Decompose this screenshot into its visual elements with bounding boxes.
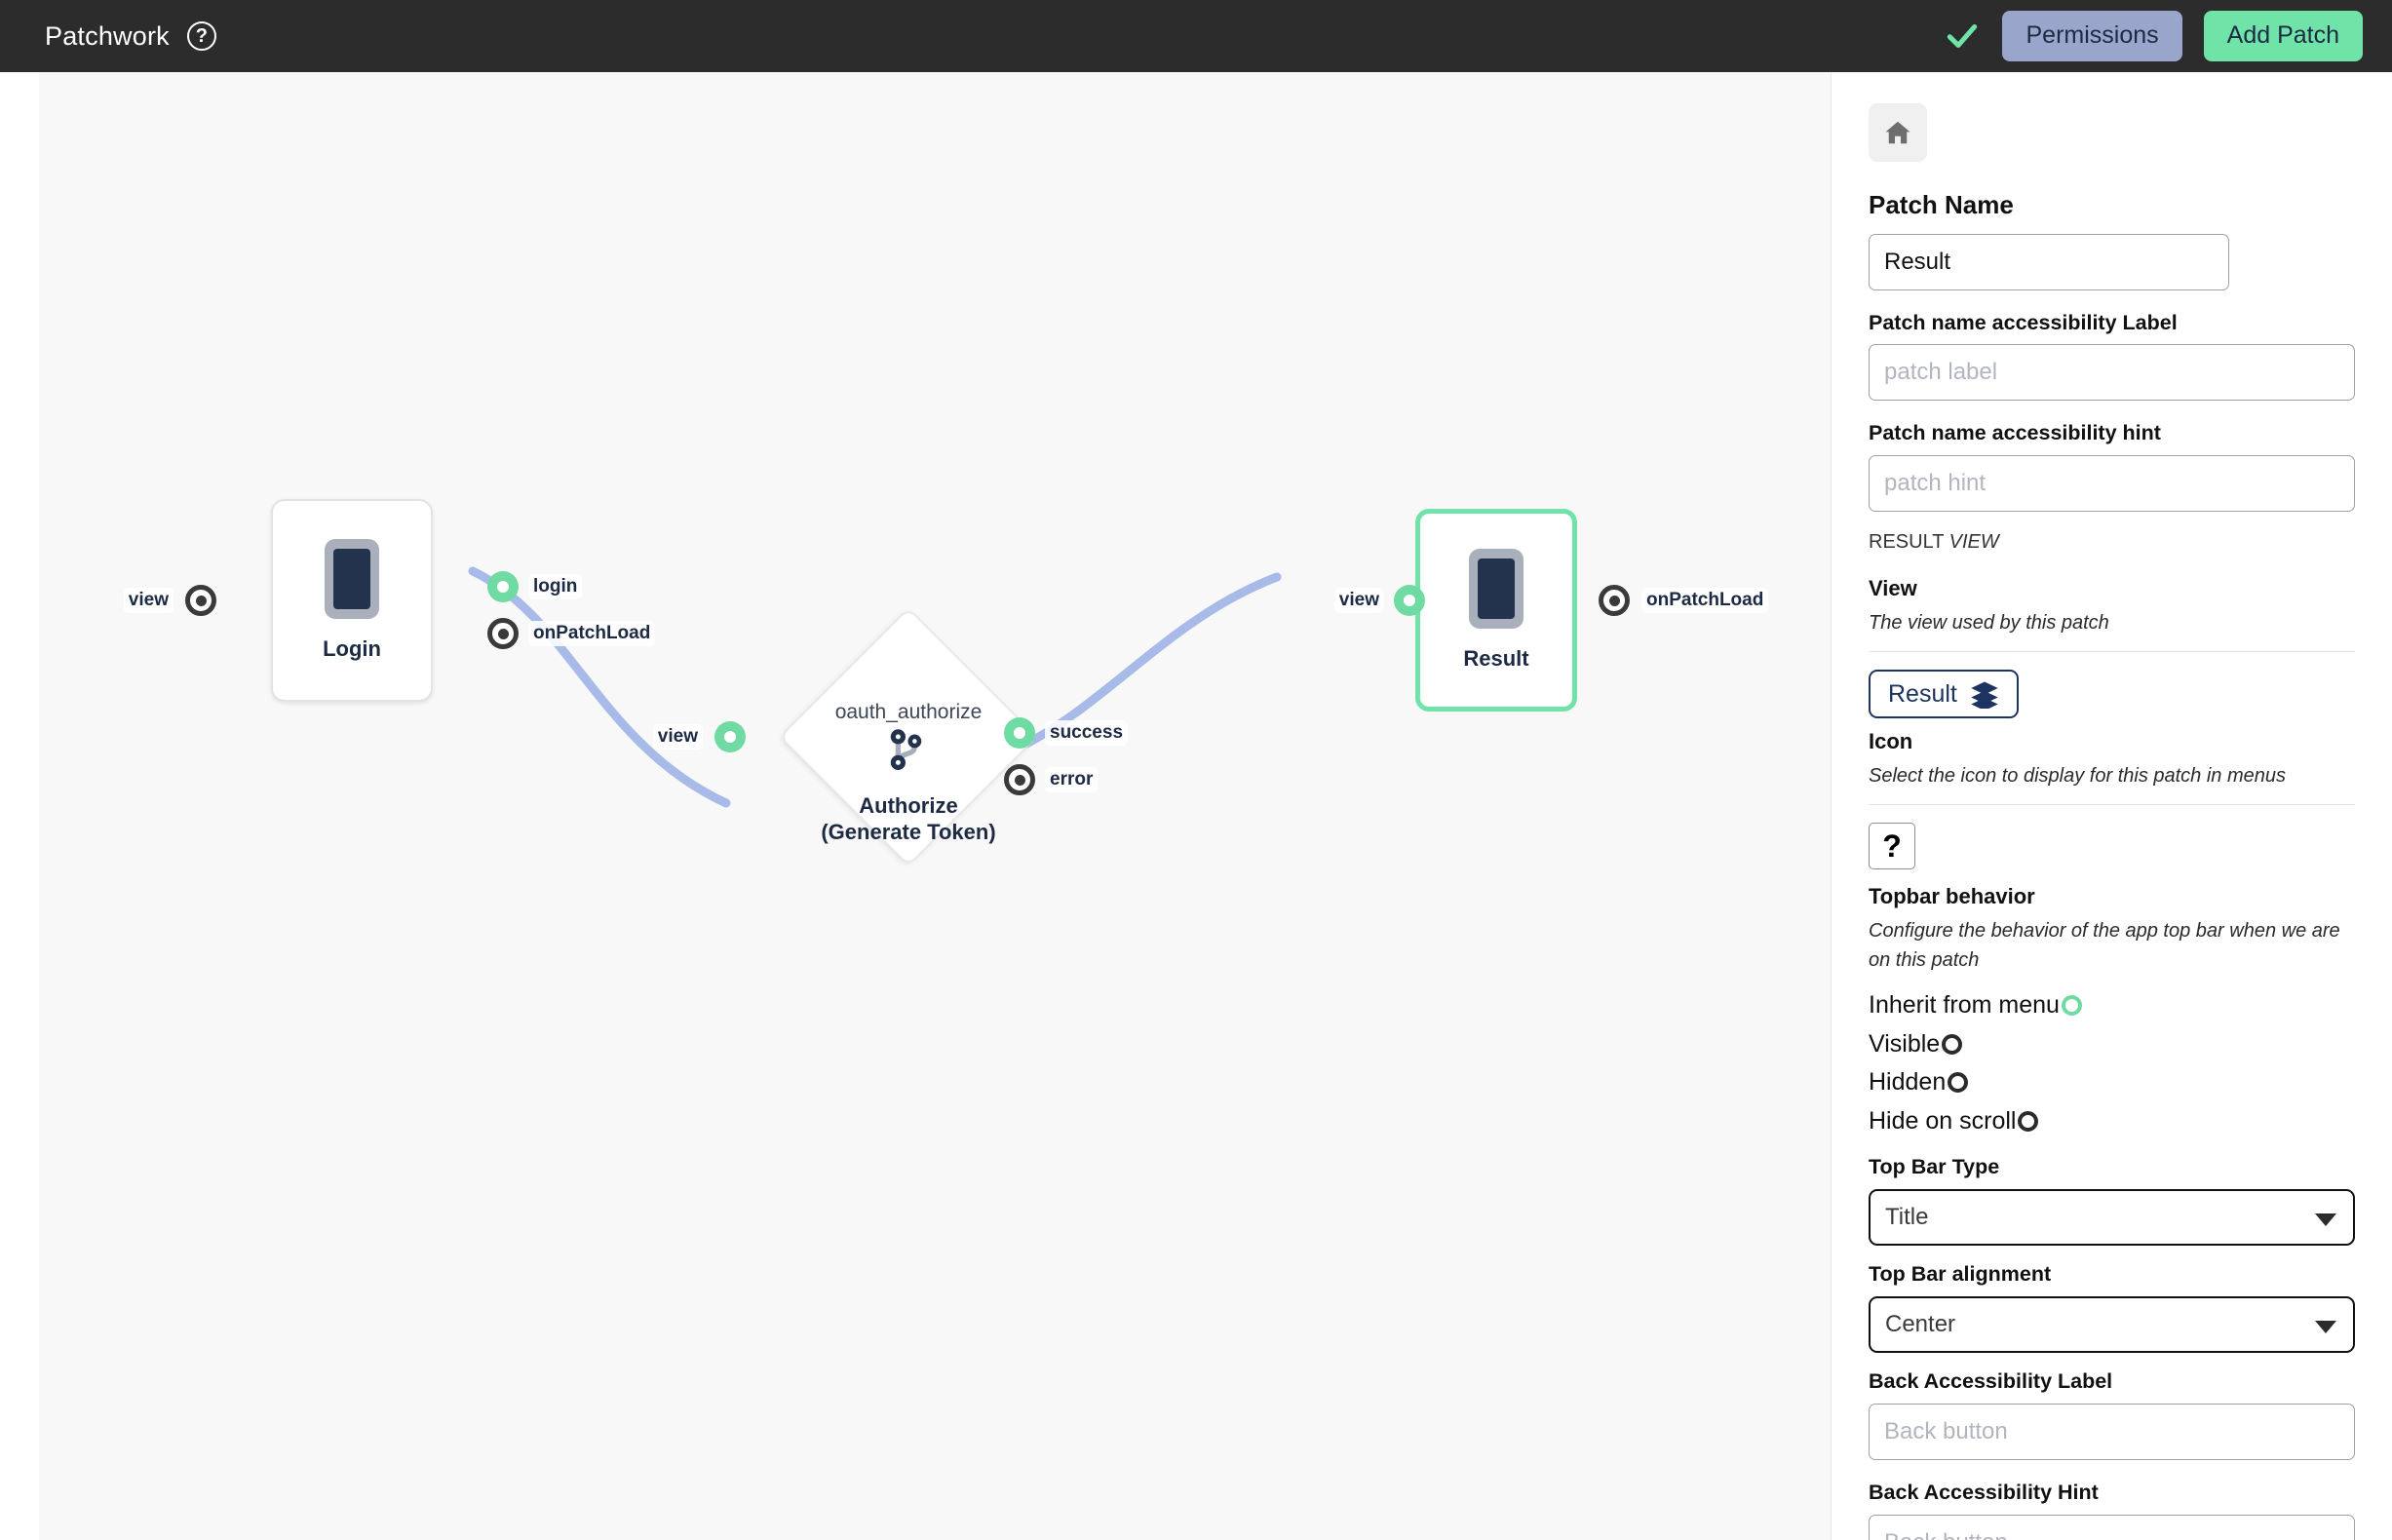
git-branch-icon bbox=[890, 729, 922, 770]
view-select-button[interactable]: Result bbox=[1869, 670, 2019, 719]
patch-meta-suffix: VIEW bbox=[1948, 531, 1999, 554]
question-circle-icon[interactable]: ? bbox=[186, 21, 216, 51]
radio-visible[interactable]: Visible bbox=[1869, 1025, 2355, 1064]
back-accessibility-label-input[interactable] bbox=[1869, 1403, 2355, 1460]
patch-card-result[interactable]: Result bbox=[1415, 509, 1577, 712]
patchwork-editor: Patchwork ? Permissions Add Patch Login … bbox=[0, 0, 2392, 1540]
port-label-authorize-error: error bbox=[1045, 767, 1099, 792]
port-label-result-onpatchload: onPatchLoad bbox=[1641, 588, 1769, 613]
port-label-login-onpatchload: onPatchLoad bbox=[528, 621, 656, 646]
home-button[interactable] bbox=[1869, 103, 1927, 162]
checkmark-icon bbox=[1948, 23, 1978, 49]
radio-dot[interactable] bbox=[1942, 1033, 1963, 1055]
radio-hide-on-scroll[interactable]: Hide on scroll bbox=[1869, 1102, 2355, 1141]
app-topbar: Patchwork ? Permissions Add Patch bbox=[0, 0, 2392, 72]
port-login-view[interactable] bbox=[185, 585, 216, 616]
topbar-behavior-description: Configure the behavior of the app top ba… bbox=[1869, 919, 2340, 971]
node-title-line2: (Generate Token) bbox=[821, 819, 996, 844]
accessibility-hint-input[interactable] bbox=[1869, 455, 2355, 513]
view-select-button-label: Result bbox=[1888, 679, 1957, 708]
top-bar-alignment-select[interactable]: Center bbox=[1869, 1295, 2355, 1353]
node-title: Authorize (Generate Token) bbox=[821, 793, 995, 846]
divider bbox=[1869, 804, 2355, 806]
top-bar-alignment-label: Top Bar alignment bbox=[1869, 1262, 2052, 1286]
topbar-actions: Permissions Add Patch bbox=[1944, 11, 2363, 61]
layers-icon bbox=[1971, 681, 1998, 710]
node-title: Result bbox=[1463, 646, 1529, 671]
node-title-line1: Authorize bbox=[859, 793, 958, 818]
view-section-label: View bbox=[1869, 576, 1917, 601]
port-label-result-view: view bbox=[1333, 588, 1384, 613]
patch-card-authorize[interactable]: oauth_authorize Authorize (Generate Toke… bbox=[779, 607, 1038, 866]
patch-card-login[interactable]: Login bbox=[271, 499, 433, 702]
back-accessibility-hint-input[interactable] bbox=[1869, 1514, 2355, 1540]
node-result[interactable]: Result view onPatchLoad bbox=[1333, 509, 1769, 712]
top-bar-alignment-value: Center bbox=[1885, 1310, 1956, 1337]
top-bar-type-value: Title bbox=[1885, 1204, 1929, 1230]
permissions-button[interactable]: Permissions bbox=[2002, 11, 2182, 61]
port-authorize-view[interactable] bbox=[714, 721, 746, 752]
icon-section-description: Select the icon to display for this patc… bbox=[1869, 764, 2287, 787]
port-label-authorize-success: success bbox=[1045, 720, 1129, 746]
node-login[interactable]: Login view login onPatchLoad bbox=[123, 499, 656, 702]
port-login-onpatchload[interactable] bbox=[487, 618, 519, 649]
patch-name-input[interactable] bbox=[1869, 233, 2229, 290]
port-authorize-success[interactable] bbox=[1004, 717, 1035, 749]
patch-meta-line: RESULT VIEW bbox=[1869, 531, 2355, 554]
port-authorize-error[interactable] bbox=[1004, 764, 1035, 795]
icon-section-label: Icon bbox=[1869, 729, 1913, 754]
port-label-login-view: view bbox=[123, 588, 174, 613]
top-bar-type-select[interactable]: Title bbox=[1869, 1189, 2355, 1246]
home-icon bbox=[1885, 121, 1910, 144]
icon-picker-button[interactable]: ? bbox=[1869, 823, 1915, 870]
radio-hidden[interactable]: Hidden bbox=[1869, 1063, 2355, 1102]
graph-canvas[interactable]: Login view login onPatchLoad oauth_autho… bbox=[39, 72, 1831, 1540]
inspector-panel: Patch Name Patch name accessibility Labe… bbox=[1831, 72, 2392, 1540]
port-label-login-login: login bbox=[528, 574, 583, 599]
phone-screen-icon bbox=[325, 539, 379, 619]
port-label-authorize-view: view bbox=[652, 724, 703, 750]
add-patch-button[interactable]: Add Patch bbox=[2203, 11, 2363, 61]
radio-dot-selected[interactable] bbox=[2061, 995, 2082, 1017]
accessibility-hint-label: Patch name accessibility hint bbox=[1869, 421, 2161, 445]
radio-label: Hidden bbox=[1869, 1068, 1947, 1097]
radio-label: Hide on scroll bbox=[1869, 1106, 2017, 1135]
port-result-view[interactable] bbox=[1394, 585, 1425, 616]
top-bar-type-label: Top Bar Type bbox=[1869, 1155, 2000, 1179]
radio-dot[interactable] bbox=[2018, 1110, 2039, 1132]
port-login-login[interactable] bbox=[487, 571, 519, 602]
chevron-down-icon bbox=[2315, 1213, 2336, 1226]
divider bbox=[1869, 651, 2355, 653]
view-section-description: The view used by this patch bbox=[1869, 611, 2109, 634]
node-subtitle: oauth_authorize bbox=[834, 701, 983, 723]
phone-screen-icon bbox=[1469, 549, 1524, 629]
radio-label: Visible bbox=[1869, 1029, 1941, 1058]
back-accessibility-label-label: Back Accessibility Label bbox=[1869, 1368, 2113, 1393]
patch-name-label: Patch Name bbox=[1869, 190, 2014, 219]
chevron-down-icon bbox=[2315, 1320, 2336, 1333]
topbar-behavior-label: Topbar behavior bbox=[1869, 884, 2035, 909]
topbar-behavior-radio-group: Inherit from menu Visible Hidden Hide on… bbox=[1869, 986, 2355, 1140]
port-result-onpatchload[interactable] bbox=[1599, 585, 1630, 616]
accessibility-label-label: Patch name accessibility Label bbox=[1869, 310, 2178, 334]
radio-dot[interactable] bbox=[1948, 1072, 1969, 1094]
radio-label: Inherit from menu bbox=[1869, 991, 2060, 1020]
edge-login-to-authorize bbox=[468, 566, 731, 808]
back-accessibility-hint-label: Back Accessibility Hint bbox=[1869, 1480, 2099, 1504]
radio-inherit-from-menu[interactable]: Inherit from menu bbox=[1869, 986, 2355, 1025]
accessibility-label-input[interactable] bbox=[1869, 344, 2355, 402]
node-title: Login bbox=[323, 636, 381, 661]
app-title: Patchwork bbox=[45, 20, 170, 51]
brand: Patchwork ? bbox=[45, 21, 216, 52]
patch-meta-prefix: RESULT bbox=[1869, 531, 1945, 554]
